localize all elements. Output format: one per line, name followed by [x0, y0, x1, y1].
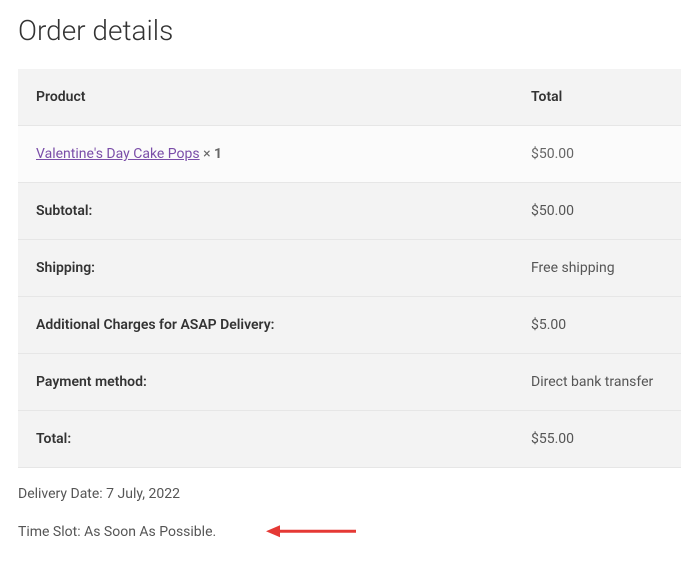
product-link[interactable]: Valentine's Day Cake Pops [36, 146, 200, 162]
page-title: Order details [18, 14, 681, 47]
order-details-table: Product Total Valentine's Day Cake Pops … [18, 69, 681, 468]
order-item-row: Valentine's Day Cake Pops × 1 $50.00 [18, 126, 681, 183]
payment-label: Payment method: [18, 354, 513, 411]
col-header-product: Product [18, 69, 513, 126]
subtotal-value: $50.00 [513, 183, 681, 240]
time-slot: Time Slot: As Soon As Possible. [18, 524, 216, 540]
product-qty-prefix: × [200, 146, 214, 162]
total-label: Total: [18, 411, 513, 468]
product-price: $50.00 [513, 126, 681, 183]
shipping-label: Shipping: [18, 240, 513, 297]
annotation-arrow-icon [266, 524, 356, 538]
product-qty: 1 [214, 146, 222, 162]
col-header-total: Total [513, 69, 681, 126]
asap-value-text: $5.00 [531, 317, 566, 333]
subtotal-label: Subtotal: [18, 183, 513, 240]
delivery-date: Delivery Date: 7 July, 2022 [18, 486, 681, 502]
shipping-value: Free shipping [513, 240, 681, 297]
asap-label: Additional Charges for ASAP Delivery: [18, 297, 513, 354]
total-value: $55.00 [513, 411, 681, 468]
asap-value: $5.00 [513, 297, 681, 354]
payment-value: Direct bank transfer [513, 354, 681, 411]
